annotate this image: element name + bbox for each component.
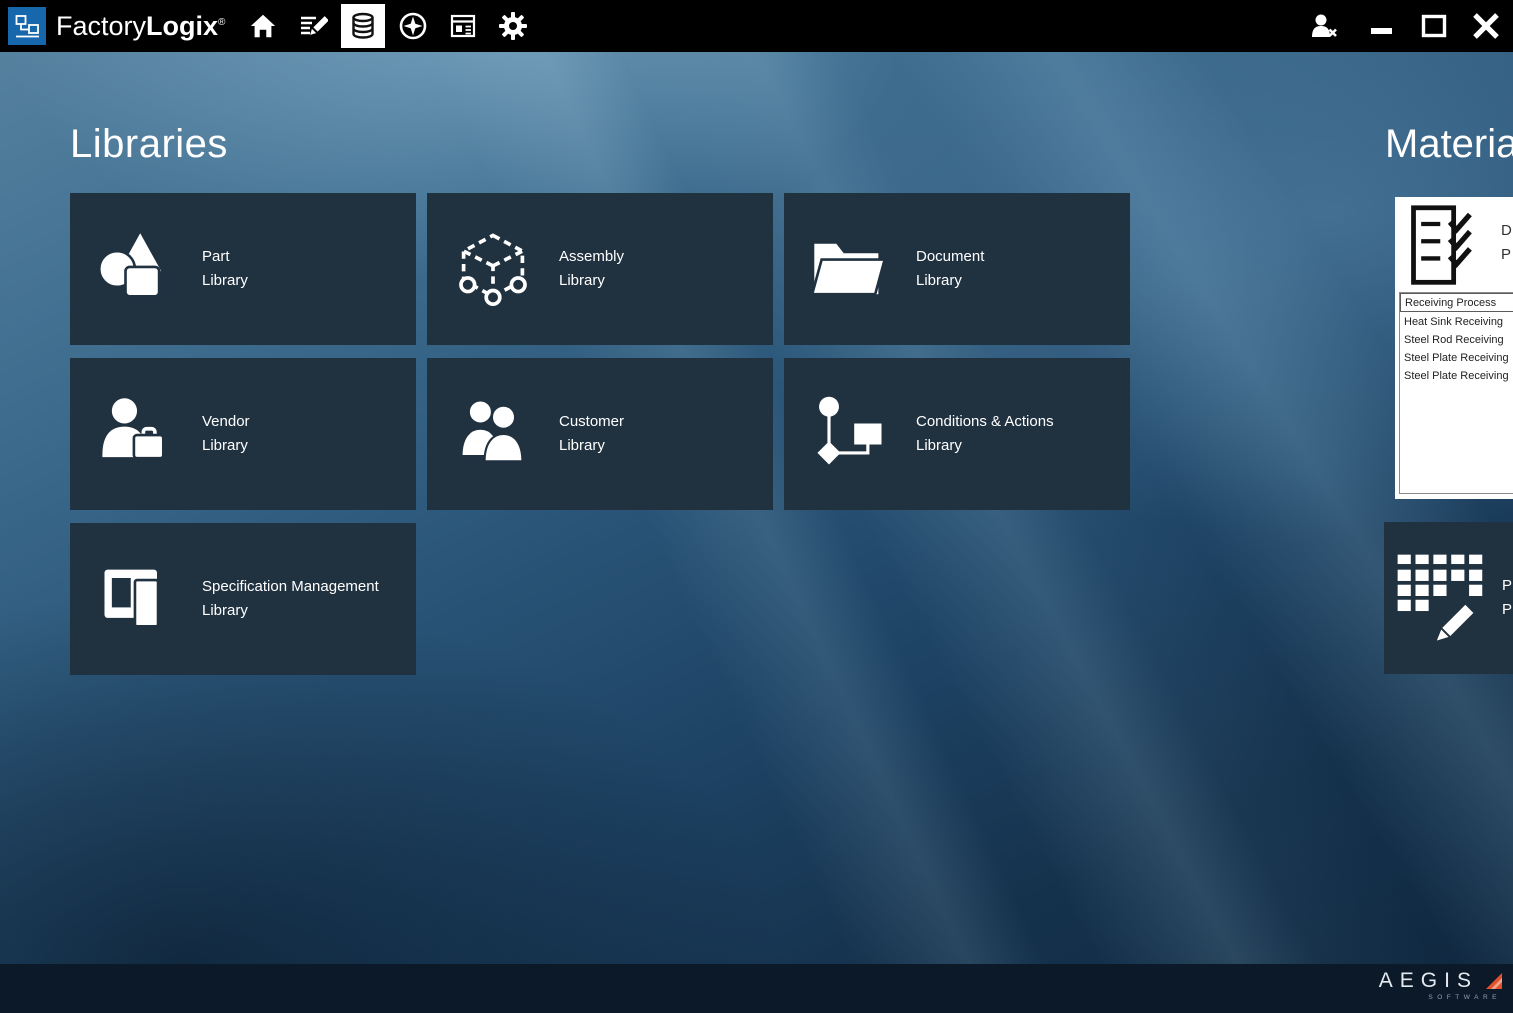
home-icon[interactable] [241,4,285,48]
materials-section-title: Materia [1385,122,1513,167]
window-controls [1365,9,1503,43]
gear-icon[interactable] [491,4,535,48]
tile-specification-management-library[interactable]: Specification Management Library [70,523,416,675]
list-item[interactable]: Heat Sink Receiving [1400,312,1513,330]
list-header[interactable]: Receiving Process [1400,293,1513,312]
main-nav [241,4,535,48]
aegis-wordmark: AEGIS [1379,969,1478,993]
tile-label-line1: Conditions & Actions [916,410,1054,434]
tile-assembly-library[interactable]: Assembly Library [427,193,773,345]
tile-label-line1: D [1501,219,1512,243]
tile-label-line2: Library [202,599,379,623]
app-title: FactoryLogix® [56,11,225,42]
factorylogix-logo-icon [8,7,46,45]
compass-icon[interactable] [391,4,435,48]
libraries-tile-grid: Part Library Assembly Lib [70,193,1130,675]
app-window: FactoryLogix® [0,0,1513,1013]
tile-label-line2: Library [916,434,1054,458]
brand-bold: Logix [146,11,218,41]
brand-light: Factory [56,11,146,41]
aegis-software-label: SOFTWARE [1428,994,1505,1001]
minimize-button[interactable] [1365,9,1399,43]
list-item[interactable]: Steel Plate Receiving [1400,348,1513,366]
aegis-logo: AEGIS SOFTWARE [1379,969,1505,1001]
edit-list-icon[interactable] [291,4,335,48]
tile-label-line1: Customer [559,410,624,434]
tile-receiving-plan[interactable]: P P [1384,522,1513,674]
tile-vendor-library[interactable]: Vendor Library [70,358,416,510]
tile-label-line1: Specification Management [202,575,379,599]
tile-label-line1: P [1502,574,1512,598]
calendar-pencil-icon [1392,549,1486,648]
titlebar-right [1307,9,1513,43]
footer-bar: AEGIS SOFTWARE [0,964,1513,1013]
tile-label-line2: Library [559,434,624,458]
titlebar: FactoryLogix® [0,0,1513,52]
desktop-background: Libraries Materia Part Library [0,52,1513,964]
maximize-button[interactable] [1417,9,1451,43]
checklist-icon [1407,203,1485,294]
tile-label-line2: P [1502,598,1512,622]
tile-customer-library[interactable]: Customer Library [427,358,773,510]
library-icon[interactable] [341,4,385,48]
tile-part-library[interactable]: Part Library [70,193,416,345]
close-button[interactable] [1469,9,1503,43]
tile-label-line2: Library [559,269,624,293]
tile-document-library[interactable]: Document Library [784,193,1130,345]
logout-user-icon[interactable] [1307,9,1341,43]
specification-icon [84,557,188,641]
flowchart-icon [798,392,902,476]
vendor-icon [84,392,188,476]
list-item[interactable]: Steel Rod Receiving [1400,330,1513,348]
part-icon [84,227,188,311]
tile-receiving-processes[interactable]: D P Receiving Process Heat Sink Receivin… [1395,197,1513,499]
tile-label-line1: Vendor [202,410,250,434]
tile-label-line2: Library [202,434,250,458]
brand-mark: ® [218,17,225,28]
tile-label-line2: Library [202,269,248,293]
tile-label-line2: Library [916,269,984,293]
tile-label-line1: Document [916,245,984,269]
aegis-triangle-icon [1483,970,1505,992]
tile-label-line2: P [1501,243,1512,267]
news-icon[interactable] [441,4,485,48]
folder-icon [798,227,902,311]
assembly-icon [441,227,545,311]
tile-label-line1: Part [202,245,248,269]
tile-label-line1: Assembly [559,245,624,269]
customer-icon [441,392,545,476]
receiving-process-list: Receiving Process Heat Sink Receiving St… [1399,292,1513,494]
list-item[interactable]: Steel Plate Receiving [1400,366,1513,384]
page-title: Libraries [70,122,228,167]
tile-conditions-actions-library[interactable]: Conditions & Actions Library [784,358,1130,510]
